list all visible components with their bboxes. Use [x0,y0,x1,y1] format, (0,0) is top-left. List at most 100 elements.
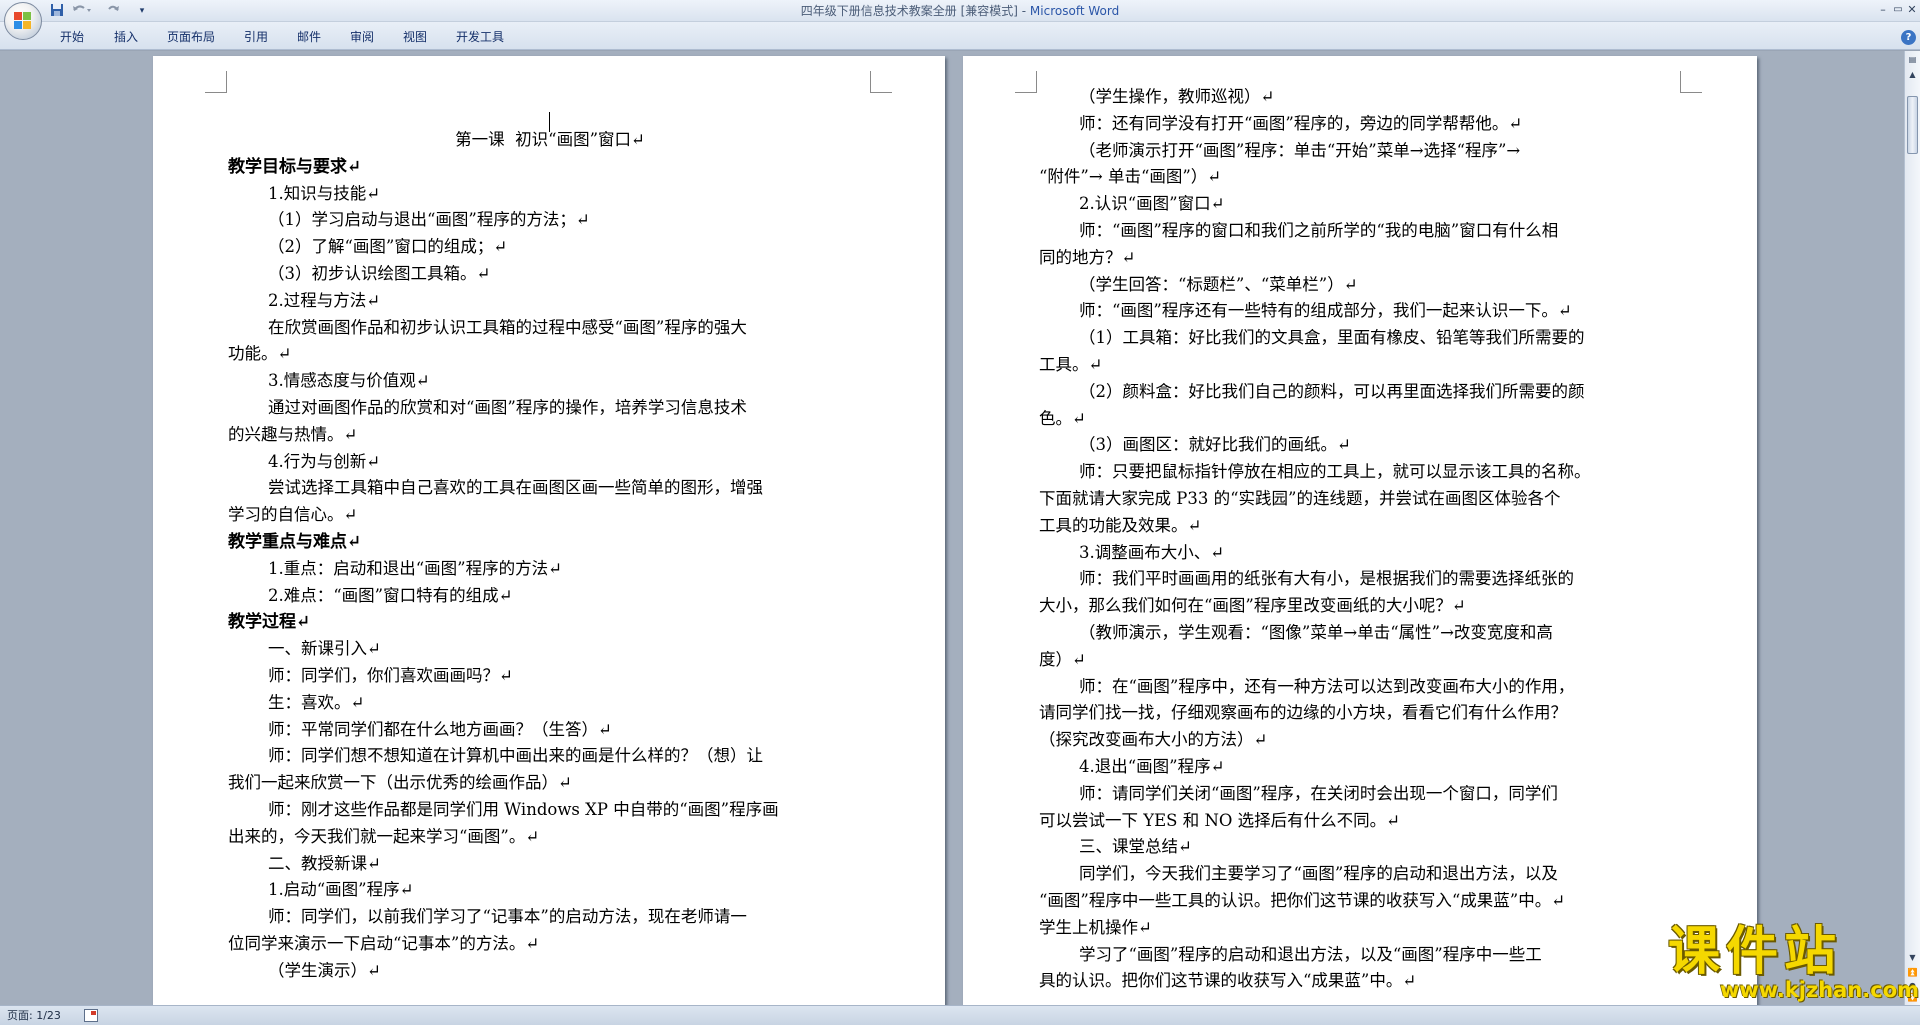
text-line: “画图”程序中一些工具的认识。把你们这节课的收获写入“成果蓝”中。↵ [1039,891,1566,910]
proofing-status-icon[interactable] [84,1009,98,1022]
text-line: 教学重点与难点↵ [228,532,362,552]
text-line: 三、课堂总结↵ [1079,837,1192,857]
text-line: 师：平常同学们都在什么地方画画？（生答）↵ [268,719,612,739]
text-line: 4.行为与创新↵ [268,451,381,471]
text-line: 出来的，今天我们就一起来学习“画图”。↵ [228,826,540,846]
text-line: 师：“画图”程序还有一些特有的组成部分，我们一起来认识一下。↵ [1079,301,1572,321]
text-line: 教学过程↵ [228,612,311,633]
tab-references[interactable]: 引用 [244,30,268,44]
text-line: 师：同学们，以前我们学习了“记事本”的启动方法，现在老师请一 [268,907,747,927]
text-line: （教师演示，学生观看：“图像”菜单→单击“属性”→改变宽度和高 [1079,623,1553,642]
text-line: 大小，那么我们如何在“画图”程序里改变画纸的大小呢？↵ [1039,596,1466,616]
text-line: 二、教授新课↵ [268,853,381,873]
crop-mark [1680,71,1702,93]
ribbon-tabs: 开始 插入 页面布局 引用 邮件 审阅 视图 开发工具 ? [0,22,1920,50]
text-line: 的兴趣与热情。↵ [228,424,358,444]
text-line: 色。↵ [1039,408,1086,428]
site-watermark: 课件站 www.kjzhan.com [1668,922,1919,1004]
text-line: （1）学习启动与退出“画图”程序的方法；↵ [268,210,590,230]
text-line: 下面就请大家完成 P33 的“实践园”的连线题，并尝试在画图区体验各个 [1039,489,1561,508]
text-line: 师：在“画图”程序中，还有一种方法可以达到改变画布大小的作用， [1079,676,1575,696]
text-line: 学生上机操作↵ [1039,917,1152,937]
text-line: （学生回答：“标题栏”、“菜单栏”）↵ [1079,274,1358,294]
text-line: 师：刚才这些作品都是同学们用 Windows XP 中自带的“画图”程序画 [268,800,779,819]
document-page-2[interactable]: （学生操作，教师巡视）↵ 师：还有同学没有打开“画图”程序的，旁边的同学帮帮他。↵… [963,56,1757,1005]
watermark-title: 课件站 [1668,922,1843,982]
text-line: 工具。↵ [1039,355,1103,374]
text-line: 师：我们平时画画用的纸张有大有小，是根据我们的需要选择纸张的 [1079,569,1574,589]
tab-insert[interactable]: 插入 [114,30,138,44]
text-line: 尝试选择工具箱中自己喜欢的工具在画图区画一些简单的图形，增强 [268,478,763,498]
tab-view[interactable]: 视图 [403,30,427,44]
window-title: 四年级下册信息技术教案全册 [兼容模式] - Microsoft Word [800,4,1120,18]
text-line: 通过对画图作品的欣赏和对“画图”程序的操作，培养学习信息技术 [268,398,747,417]
text-line: 可以尝试一下 YES 和 NO 选择后有什么不同。↵ [1039,810,1401,830]
text-cursor [549,112,550,132]
text-line: 度）↵ [1039,649,1086,669]
status-bar: 页面: 1/23 [0,1005,1920,1025]
text-line: 第一课 初识“画图”窗口↵ [455,130,645,149]
vertical-scrollbar[interactable]: ▤ ▲ ▼ ⏫ ● ⏬ [1904,51,1920,1005]
text-line: 功能。↵ [228,344,292,364]
tab-review[interactable]: 审阅 [350,30,374,44]
scroll-down-icon[interactable]: ▼ [1906,951,1919,964]
text-line: 2.认识“画图”窗口↵ [1079,194,1225,214]
text-line: （3）初步认识绘图工具箱。↵ [268,264,491,283]
text-line: 教学目标与要求↵ [228,156,362,177]
text-line: 1.启动“画图”程序↵ [268,880,414,900]
text-line: 同学们，今天我们主要学习了“画图”程序的启动和退出方法，以及 [1079,864,1558,884]
text-line: （1）工具箱：好比我们的文具盒，里面有橡皮、铅笔等我们所需要的 [1079,328,1585,348]
scrollbar-thumb[interactable] [1907,96,1918,154]
document-page-1[interactable]: 第一课 初识“画图”窗口↵ 教学目标与要求↵ 1.知识与技能↵ （1）学习启动与退出“… [153,56,945,1005]
text-line: 同的地方？↵ [1039,247,1136,267]
watermark-url: www.kjzhan.com [1720,978,1920,1002]
tab-home[interactable]: 开始 [60,30,84,44]
crop-mark [1015,71,1037,93]
text-line: 1.知识与技能↵ [268,183,381,203]
text-line: （学生操作，教师巡视）↵ [1079,87,1275,106]
text-line: 2.过程与方法↵ [268,290,381,310]
text-line: （3）画图区：就好比我们的画纸。↵ [1079,435,1351,455]
text-line: 1.重点：启动和退出“画图”程序的方法↵ [268,558,562,578]
text-line: 4.退出“画图”程序↵ [1079,757,1225,776]
close-button[interactable]: ✕ [1903,2,1920,18]
text-line: 我们一起来欣赏一下（出示优秀的绘画作品）↵ [228,773,572,793]
text-line: 师：同学们，你们喜欢画画吗？↵ [268,666,513,685]
text-line: 3.调整画布大小、↵ [1079,542,1225,562]
text-line: 2.难点：“画图”窗口特有的组成↵ [268,585,513,605]
text-line: 师：同学们想不想知道在计算机中画出来的画是什么样的？（想）让 [268,746,763,766]
crop-mark [205,71,227,93]
office-logo-icon [14,12,32,30]
text-line: 师：“画图”程序的窗口和我们之前所学的“我的电脑”窗口有什么相 [1079,221,1559,240]
text-line: 一、新课引入↵ [268,639,381,659]
tab-page-layout[interactable]: 页面布局 [167,30,215,44]
text-line: 生：喜欢。↵ [268,692,365,712]
page-count-status[interactable]: 页面: 1/23 [7,1009,61,1023]
crop-mark [870,71,892,93]
tab-developer[interactable]: 开发工具 [456,30,504,44]
text-line: 位同学来演示一下启动“记事本”的方法。↵ [228,934,540,953]
text-line: 3.情感态度与价值观↵ [268,371,430,391]
text-line: （学生演示）↵ [268,960,381,980]
tab-mailings[interactable]: 邮件 [297,30,321,44]
text-line: （2）了解“画图”窗口的组成；↵ [268,237,508,257]
text-line: 工具的功能及效果。↵ [1039,515,1202,535]
text-line: 师：请同学们关闭“画图”程序，在关闭时会出现一个窗口，同学们 [1079,783,1558,803]
text-line: 学习了“画图”程序的启动和退出方法，以及“画图”程序中一些工 [1079,944,1542,964]
title-bar: ▾ 四年级下册信息技术教案全册 [兼容模式] - Microsoft Word … [0,0,1920,22]
office-button[interactable] [4,2,42,40]
text-line: （探究改变画布大小的方法）↵ [1039,730,1268,750]
scroll-up-icon[interactable]: ▲ [1906,68,1919,81]
help-icon[interactable]: ? [1901,30,1916,45]
text-line: （老师演示打开“画图”程序：单击“开始”菜单→选择“程序”→ [1079,140,1521,160]
document-area[interactable]: 第一课 初识“画图”窗口↵ 教学目标与要求↵ 1.知识与技能↵ （1）学习启动与退出“… [0,51,1904,1005]
text-line: 学习的自信心。↵ [228,505,358,525]
text-line: “附件”→ 单击“画图”）↵ [1039,167,1222,187]
text-line: 具的认识。把你们这节课的收获写入“成果蓝”中。↵ [1039,971,1417,991]
text-line: 请同学们找一找，仔细观察画布的边缘的小方块，看看它们有什么作用？ [1039,703,1567,723]
text-line: 在欣赏画图作品和初步认识工具箱的过程中感受“画图”程序的强大 [268,317,747,337]
text-line: 师：只要把鼠标指针停放在相应的工具上，就可以显示该工具的名称。 [1079,462,1591,482]
text-line: （2）颜料盒：好比我们自己的颜料，可以再里面选择我们所需要的颜 [1079,381,1585,401]
ruler-toggle-icon[interactable]: ▤ [1906,53,1919,66]
text-line: 师：还有同学没有打开“画图”程序的，旁边的同学帮帮他。↵ [1079,113,1523,133]
